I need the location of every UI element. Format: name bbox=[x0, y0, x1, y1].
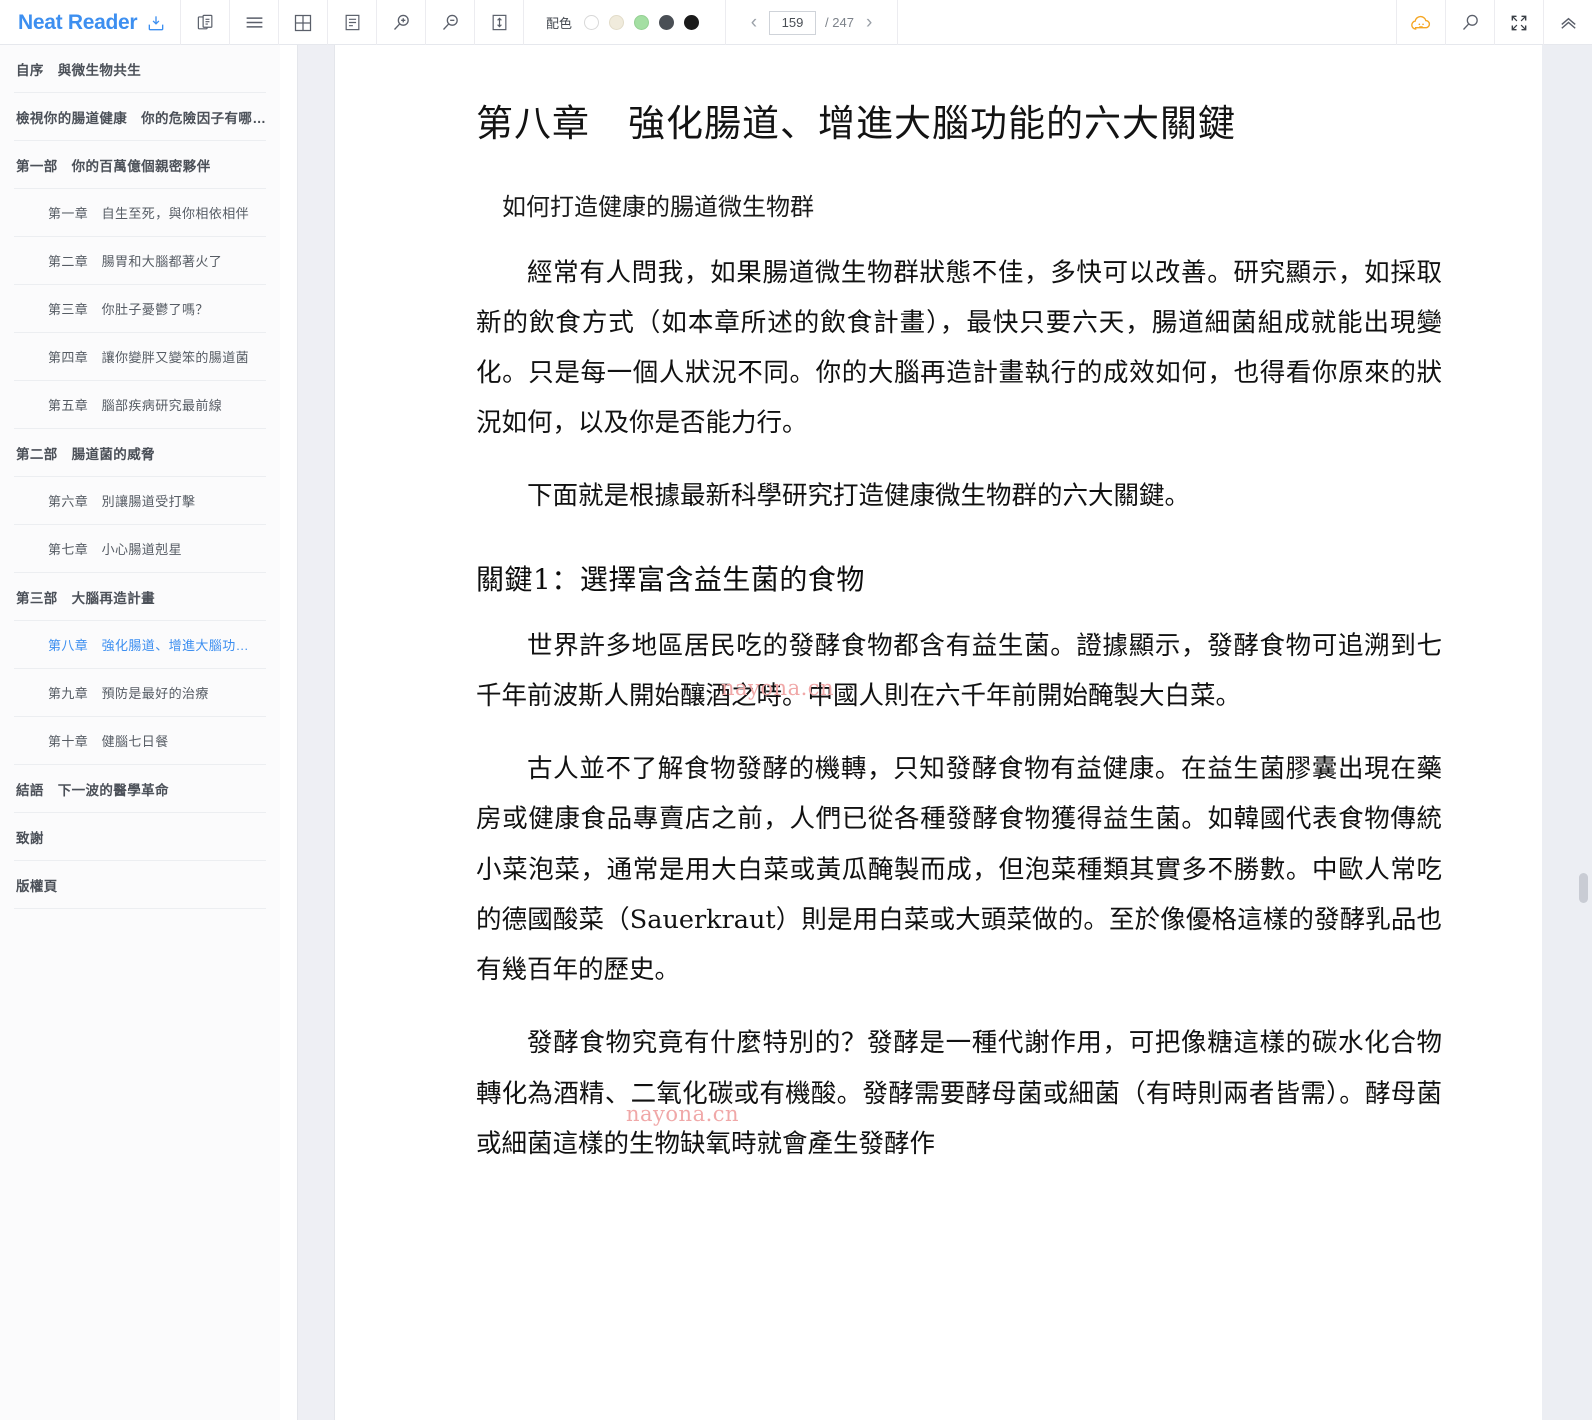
vertical-scrollbar-track[interactable] bbox=[1542, 45, 1592, 1420]
sidebar-item-label: 第一部 你的百萬億個親密夥伴 bbox=[16, 158, 211, 174]
sidebar-item-label: 第五章 腦部疾病研究最前線 bbox=[48, 398, 223, 413]
line-height-icon[interactable] bbox=[475, 0, 524, 45]
section-subheading: 如何打造健康的腸道微生物群 bbox=[502, 192, 814, 221]
theme-swatch-gray[interactable] bbox=[659, 15, 675, 30]
pager: ‹ / 247 › bbox=[726, 0, 898, 45]
sidebar-item-3[interactable]: 第一章 自生至死，與你相依相伴 bbox=[14, 189, 266, 237]
paragraph-5: 發酵食物究竟有什麼特別的？發酵是一種代謝作用，可把像糖這樣的碳水化合物轉化為酒精… bbox=[476, 1028, 1442, 1159]
sidebar-item-0[interactable]: 自序 與微生物共生 bbox=[14, 45, 266, 93]
theme-swatch-cream[interactable] bbox=[609, 15, 625, 30]
search-icon[interactable] bbox=[1445, 0, 1494, 45]
sidebar-item-label: 致謝 bbox=[16, 830, 44, 846]
sidebar-item-2[interactable]: 第一部 你的百萬億個親密夥伴 bbox=[14, 141, 266, 189]
toolbar-right-group bbox=[1396, 0, 1592, 45]
sidebar-item-1[interactable]: 檢視你的腸道健康 你的危險因子有哪… bbox=[14, 93, 266, 141]
zoom-in-icon[interactable] bbox=[377, 0, 426, 45]
sidebar-item-label: 第三章 你肚子憂鬱了嗎？ bbox=[48, 302, 209, 317]
paragraph-2: 下面就是根據最新科學研究打造健康微生物群的六大關鍵。 bbox=[527, 481, 1191, 512]
sidebar-item-label: 結語 下一波的醫學革命 bbox=[16, 782, 169, 798]
prev-page-button[interactable]: ‹ bbox=[748, 13, 760, 32]
zoom-out-icon[interactable] bbox=[426, 0, 475, 45]
sidebar-item-4[interactable]: 第二章 腸胃和大腦都著火了 bbox=[14, 237, 266, 285]
theme-swatch-black[interactable] bbox=[684, 15, 700, 30]
key-heading-1: 關鍵1：選擇富含益生菌的食物 bbox=[476, 562, 865, 596]
app-brand-label: Neat Reader bbox=[18, 11, 138, 34]
sidebar-item-13[interactable]: 第九章 預防是最好的治療 bbox=[14, 669, 266, 717]
sidebar-item-label: 自序 與微生物共生 bbox=[16, 62, 142, 78]
theme-swatch-green[interactable] bbox=[634, 15, 650, 30]
vertical-scrollbar-thumb[interactable] bbox=[1579, 873, 1588, 903]
sidebar-item-14[interactable]: 第十章 健腦七日餐 bbox=[14, 717, 266, 765]
color-scheme-group: 配色 bbox=[524, 0, 726, 45]
cloud-sync-icon[interactable] bbox=[1396, 0, 1445, 45]
sidebar-item-label: 第十章 健腦七日餐 bbox=[48, 734, 169, 749]
sidebar-item-label: 版權頁 bbox=[16, 878, 58, 894]
sidebar-item-11[interactable]: 第三部 大腦再造計畫 bbox=[14, 573, 266, 621]
sidebar-item-7[interactable]: 第五章 腦部疾病研究最前線 bbox=[14, 381, 266, 429]
sidebar-item-8[interactable]: 第二部 腸道菌的威脅 bbox=[14, 429, 266, 477]
sidebar-item-label: 第七章 小心腸道剋星 bbox=[48, 542, 183, 557]
toc-list: 自序 與微生物共生檢視你的腸道健康 你的危險因子有哪… 第一部 你的百萬億個親密夥… bbox=[0, 45, 280, 909]
sidebar-item-label: 第二部 腸道菌的威脅 bbox=[16, 446, 155, 462]
paragraph-4: 古人並不了解食物發酵的機轉，只知發酵食物有益健康。在益生菌膠囊出現在藥房或健康食… bbox=[476, 754, 1442, 986]
paragraph-1: 經常有人問我，如果腸道微生物群狀態不佳，多快可以改善。研究顯示，如採取新的飲食方… bbox=[476, 257, 1442, 439]
sidebar-item-label: 檢視你的腸道健康 你的危險因子有哪… bbox=[16, 110, 266, 126]
sidebar-item-9[interactable]: 第六章 別讓腸道受打擊 bbox=[14, 477, 266, 525]
color-scheme-label: 配色 bbox=[546, 16, 573, 31]
save-download-icon[interactable] bbox=[146, 13, 166, 33]
app-root: Neat Reader 配色 ‹ 159 / 247 › 自序 與微生物共生 檢… bbox=[0, 0, 1592, 1420]
page-number-input[interactable] bbox=[769, 10, 817, 35]
sidebar-item-12[interactable]: 第八章 強化腸道、增進大腦功… bbox=[14, 621, 266, 669]
theme-swatch-white[interactable] bbox=[584, 15, 600, 30]
toc-sidebar[interactable]: 自序 與微生物共生檢視你的腸道健康 你的危險因子有哪… 第一部 你的百萬億個親密夥… bbox=[0, 45, 280, 1420]
collapse-up-icon[interactable] bbox=[1543, 0, 1592, 45]
sidebar-item-10[interactable]: 第七章 小心腸道剋星 bbox=[14, 525, 266, 573]
chapter-title: 第八章 強化腸道、增進大腦功能的六大關鍵 bbox=[476, 102, 1236, 145]
sidebar-item-16[interactable]: 致謝 bbox=[14, 813, 266, 861]
paragraph-3: 世界許多地區居民吃的發酵食物都含有益生菌。證據顯示，發酵食物可追溯到七千年前波斯… bbox=[476, 630, 1442, 711]
app-logo[interactable]: Neat Reader bbox=[0, 0, 181, 45]
sidebar-resize-gutter[interactable] bbox=[297, 45, 335, 1420]
reader-pane: 第八章 強化腸道、增進大腦功能的六大關鍵 如何打造健康的腸道微生物群 經常有人問… bbox=[336, 45, 1542, 1420]
sidebar-item-label: 第二章 腸胃和大腦都著火了 bbox=[48, 254, 223, 269]
top-toolbar: Neat Reader 配色 ‹ 159 / 247 › bbox=[0, 0, 1592, 45]
sidebar-item-6[interactable]: 第四章 讓你變胖又變笨的腸道菌 bbox=[14, 333, 266, 381]
sidebar-item-15[interactable]: 結語 下一波的醫學革命 bbox=[14, 765, 266, 813]
total-pages-label: / 247 bbox=[825, 15, 854, 30]
sidebar-item-label: 第三部 大腦再造計畫 bbox=[16, 590, 155, 606]
sidebar-item-label: 第六章 別讓腸道受打擊 bbox=[48, 494, 196, 509]
sidebar-item-5[interactable]: 第三章 你肚子憂鬱了嗎？ bbox=[14, 285, 266, 333]
sidebar-item-label: 第四章 讓你變胖又變笨的腸道菌 bbox=[48, 350, 250, 365]
sidebar-edge bbox=[280, 45, 297, 1420]
book-page: 第八章 強化腸道、增進大腦功能的六大關鍵 如何打造健康的腸道微生物群 經常有人問… bbox=[336, 45, 1542, 1169]
sidebar-item-17[interactable]: 版權頁 bbox=[14, 861, 266, 909]
copy-pages-icon[interactable] bbox=[181, 0, 230, 45]
fullscreen-icon[interactable] bbox=[1494, 0, 1543, 45]
sidebar-item-label: 第八章 強化腸道、增進大腦功… bbox=[48, 638, 250, 653]
list-lines-icon[interactable] bbox=[230, 0, 279, 45]
sidebar-item-label: 第一章 自生至死，與你相依相伴 bbox=[48, 206, 250, 221]
next-page-button[interactable]: › bbox=[863, 13, 875, 32]
text-align-icon[interactable] bbox=[328, 0, 377, 45]
sidebar-item-label: 第九章 預防是最好的治療 bbox=[48, 686, 209, 701]
grid-layout-icon[interactable] bbox=[279, 0, 328, 45]
